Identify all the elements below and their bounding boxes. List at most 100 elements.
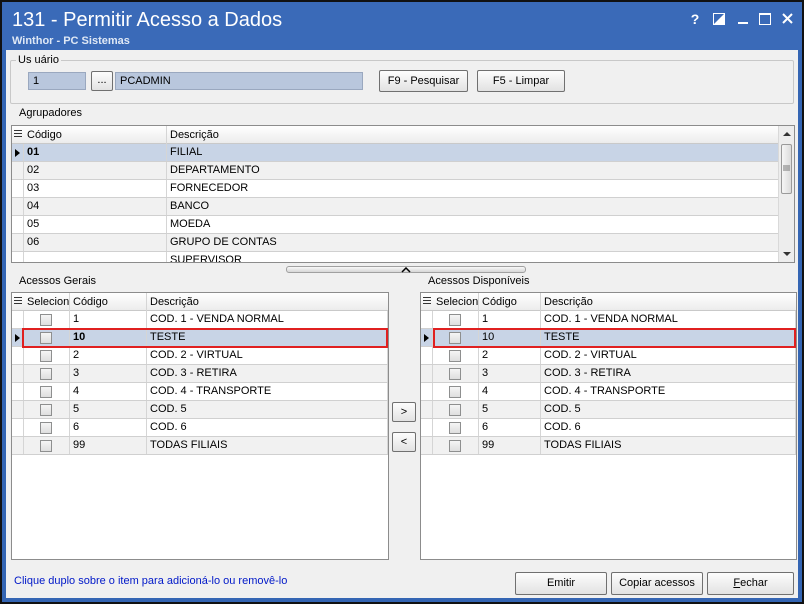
close-icon[interactable] bbox=[778, 10, 796, 28]
table-row[interactable]: 2 COD. 2 - VIRTUAL bbox=[421, 347, 796, 365]
select-checkbox[interactable] bbox=[40, 314, 52, 326]
minimize-icon[interactable] bbox=[734, 10, 752, 28]
select-checkbox[interactable] bbox=[40, 440, 52, 452]
usuario-name-field[interactable]: PCADMIN bbox=[115, 72, 363, 90]
usuario-browse-button[interactable]: ... bbox=[91, 71, 113, 91]
fechar-label: echar bbox=[740, 577, 768, 589]
table-row[interactable]: 04 BANCO bbox=[12, 198, 780, 216]
cell-codigo: 4 bbox=[479, 383, 541, 400]
remove-access-button[interactable]: < bbox=[392, 432, 416, 452]
select-checkbox[interactable] bbox=[449, 422, 461, 434]
table-row[interactable]: 1 COD. 1 - VENDA NORMAL bbox=[421, 311, 796, 329]
emitir-button[interactable]: Emitir bbox=[515, 572, 607, 595]
col-codigo[interactable]: Código bbox=[479, 293, 541, 311]
cell-descricao: TESTE bbox=[541, 329, 796, 346]
table-row[interactable]: 4 COD. 4 - TRANSPORTE bbox=[421, 383, 796, 401]
fechar-button[interactable]: Fechar bbox=[707, 572, 794, 595]
select-checkbox[interactable] bbox=[449, 386, 461, 398]
select-checkbox[interactable] bbox=[449, 314, 461, 326]
table-row[interactable]: 06 GRUPO DE CONTAS bbox=[12, 234, 780, 252]
select-checkbox[interactable] bbox=[449, 368, 461, 380]
table-row[interactable]: 02 DEPARTAMENTO bbox=[12, 162, 780, 180]
cell-selecionar bbox=[24, 419, 70, 436]
col-descricao[interactable]: Descrição bbox=[167, 126, 779, 144]
table-row[interactable]: 1 COD. 1 - VENDA NORMAL bbox=[12, 311, 388, 329]
limpar-button[interactable]: F5 - Limpar bbox=[477, 70, 565, 92]
table-row[interactable]: 6 COD. 6 bbox=[421, 419, 796, 437]
col-descricao[interactable]: Descrição bbox=[541, 293, 796, 311]
help-icon[interactable]: ? bbox=[686, 10, 704, 28]
cell-codigo: 2 bbox=[479, 347, 541, 364]
columns-icon[interactable] bbox=[14, 130, 22, 140]
agrupadores-grid[interactable]: Código Descrição 01 FILIAL 02 DEPARTAMENTO 0… bbox=[11, 125, 795, 263]
acessos-gerais-grid[interactable]: Selecionar Código Descrição 1COD. 1 - VE… bbox=[11, 292, 389, 560]
col-selecionar[interactable]: Selecionar bbox=[433, 293, 479, 311]
cell-descricao: COD. 4 - TRANSPORTE bbox=[541, 383, 796, 400]
row-pointer-icon bbox=[15, 334, 20, 342]
table-row[interactable]: 01 FILIAL bbox=[12, 144, 780, 162]
table-row[interactable]: 2 COD. 2 - VIRTUAL bbox=[12, 347, 388, 365]
cell-codigo: 5 bbox=[70, 401, 147, 418]
add-access-button[interactable]: > bbox=[392, 402, 416, 422]
splitter-handle[interactable] bbox=[286, 266, 526, 273]
columns-icon[interactable] bbox=[423, 297, 431, 307]
table-row[interactable]: 10 TESTE bbox=[12, 329, 388, 347]
select-checkbox[interactable] bbox=[40, 350, 52, 362]
table-row[interactable]: 99 TODAS FILIAIS bbox=[12, 437, 388, 455]
cell-selecionar bbox=[24, 383, 70, 400]
scroll-up-icon[interactable] bbox=[779, 127, 795, 141]
table-row[interactable]: 3 COD. 3 - RETIRA bbox=[12, 365, 388, 383]
title-bar[interactable]: 131 - Permitir Acesso a Dados Winthor - … bbox=[2, 2, 802, 50]
select-checkbox[interactable] bbox=[449, 404, 461, 416]
select-checkbox[interactable] bbox=[40, 422, 52, 434]
row-indicator bbox=[421, 311, 433, 328]
row-indicator bbox=[421, 437, 433, 454]
col-codigo[interactable]: Código bbox=[70, 293, 147, 311]
scroll-thumb[interactable] bbox=[781, 144, 792, 194]
cell-selecionar bbox=[433, 347, 479, 364]
col-selecionar[interactable]: Selecionar bbox=[24, 293, 70, 311]
cell-codigo: 1 bbox=[70, 311, 147, 328]
usuario-code-field[interactable]: 1 bbox=[28, 72, 86, 90]
table-row[interactable]: 4 COD. 4 - TRANSPORTE bbox=[12, 383, 388, 401]
table-row[interactable]: 10 TESTE bbox=[421, 329, 796, 347]
row-indicator bbox=[12, 383, 24, 400]
table-row[interactable]: 5 COD. 5 bbox=[421, 401, 796, 419]
select-checkbox[interactable] bbox=[449, 350, 461, 362]
table-row[interactable]: 5 COD. 5 bbox=[12, 401, 388, 419]
col-codigo[interactable]: Código bbox=[24, 126, 167, 144]
row-indicator bbox=[12, 216, 24, 233]
table-row[interactable]: 03 FORNECEDOR bbox=[12, 180, 780, 198]
row-indicator bbox=[12, 252, 24, 262]
cell-descricao: COD. 2 - VIRTUAL bbox=[147, 347, 388, 364]
select-checkbox[interactable] bbox=[40, 332, 52, 344]
scroll-down-icon[interactable] bbox=[779, 247, 795, 261]
cell-descricao: COD. 6 bbox=[147, 419, 388, 436]
row-indicator bbox=[421, 383, 433, 400]
select-checkbox[interactable] bbox=[40, 368, 52, 380]
row-indicator bbox=[12, 419, 24, 436]
copiar-acessos-button[interactable]: Copiar acessos bbox=[611, 572, 703, 595]
chevron-up-icon[interactable] bbox=[401, 267, 411, 273]
pesquisar-button[interactable]: F9 - Pesquisar bbox=[379, 70, 468, 92]
table-row[interactable]: 05 MOEDA bbox=[12, 216, 780, 234]
cell-descricao: SUPERVISOR bbox=[167, 252, 780, 262]
row-indicator bbox=[12, 311, 24, 328]
select-checkbox[interactable] bbox=[40, 386, 52, 398]
acessos-disponiveis-grid[interactable]: Selecionar Código Descrição 1COD. 1 - VE… bbox=[420, 292, 797, 560]
select-checkbox[interactable] bbox=[40, 404, 52, 416]
agrupadores-scrollbar[interactable] bbox=[778, 126, 794, 262]
table-row[interactable]: 6 COD. 6 bbox=[12, 419, 388, 437]
table-row[interactable]: 3 COD. 3 - RETIRA bbox=[421, 365, 796, 383]
table-row[interactable]: 99 TODAS FILIAIS bbox=[421, 437, 796, 455]
select-checkbox[interactable] bbox=[449, 440, 461, 452]
columns-icon[interactable] bbox=[14, 297, 22, 307]
table-row[interactable]: SUPERVISOR bbox=[12, 252, 780, 262]
cell-codigo: 6 bbox=[70, 419, 147, 436]
row-indicator bbox=[12, 329, 24, 346]
col-descricao[interactable]: Descrição bbox=[147, 293, 388, 311]
maximize-icon[interactable] bbox=[756, 10, 774, 28]
select-checkbox[interactable] bbox=[449, 332, 461, 344]
cell-selecionar bbox=[24, 329, 70, 346]
restore-icon[interactable] bbox=[710, 10, 728, 28]
